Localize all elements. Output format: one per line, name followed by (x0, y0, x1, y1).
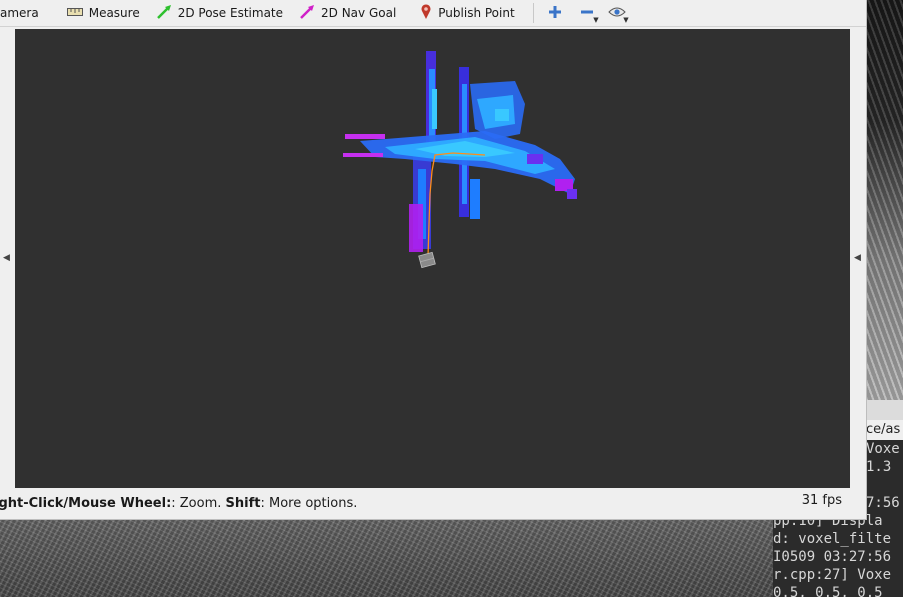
tool-measure[interactable]: Measure (59, 0, 148, 26)
status-bar: ight-Click/Mouse Wheel:: Zoom. Shift: Mo… (0, 490, 866, 518)
ruler-icon (66, 6, 83, 20)
rviz-window: amera Measure 2D Pose Estimate 2D Nav Go… (0, 0, 867, 520)
tool-publish-point-label: Publish Point (438, 6, 515, 20)
status-hint-prefix: ight-Click/Mouse Wheel: (0, 496, 172, 511)
status-hint-zoom: : Zoom. (171, 496, 226, 511)
tool-2d-pose-estimate[interactable]: 2D Pose Estimate (148, 0, 291, 26)
terminal-line: d: voxel_filte (773, 531, 892, 547)
add-tool-button[interactable] (540, 0, 570, 26)
status-hint: ight-Click/Mouse Wheel:: Zoom. Shift: Mo… (0, 496, 357, 511)
tool-2d-nav-goal[interactable]: 2D Nav Goal (291, 0, 404, 26)
terminal-line: 0.5, 0.5, 0.5 (773, 585, 883, 597)
chevron-left-icon: ◀ (3, 253, 10, 263)
tool-2d-nav-goal-label: 2D Nav Goal (321, 6, 397, 20)
status-hint-shift: Shift (225, 496, 261, 511)
collapse-left-panel-handle[interactable]: ◀ (0, 28, 13, 488)
tool-camera-label: amera (0, 6, 39, 20)
3d-render-viewport[interactable] (15, 29, 850, 488)
tool-camera[interactable]: amera (0, 0, 47, 26)
green-arrow-icon (156, 4, 172, 23)
remove-tool-button[interactable]: ▼ (572, 0, 602, 26)
tools-toolbar: amera Measure 2D Pose Estimate 2D Nav Go… (0, 0, 866, 27)
terminal-line: r.cpp:27] Voxe (773, 567, 892, 583)
map-pin-icon (420, 3, 432, 23)
view-options-button[interactable]: ▼ (602, 0, 632, 26)
status-hint-more: : More options. (260, 496, 358, 511)
tool-publish-point[interactable]: Publish Point (412, 0, 522, 26)
collapse-right-panel-handle[interactable]: ◀ (851, 28, 864, 488)
tool-measure-label: Measure (88, 6, 140, 20)
minus-icon (580, 5, 594, 22)
terminal-path: ce/as (866, 420, 903, 440)
tool-2d-pose-estimate-label: 2D Pose Estimate (177, 6, 284, 20)
chevron-left-icon: ◀ (854, 253, 861, 263)
point-cloud-lidar (343, 51, 577, 252)
magenta-arrow-icon (299, 4, 315, 23)
plus-icon (548, 5, 562, 22)
camera-background-right (866, 0, 903, 400)
camera-background-bottom (0, 519, 903, 597)
terminal-titlebar[interactable] (866, 400, 903, 421)
fps-counter: 31 fps (801, 493, 842, 508)
chevron-down-icon: ▼ (623, 16, 629, 24)
terminal-line: I0509 03:27:56 (773, 549, 892, 565)
chevron-down-icon: ▼ (593, 16, 599, 24)
robot-model (418, 251, 436, 269)
point-cloud-map (343, 51, 577, 269)
toolbar-separator (532, 3, 534, 23)
